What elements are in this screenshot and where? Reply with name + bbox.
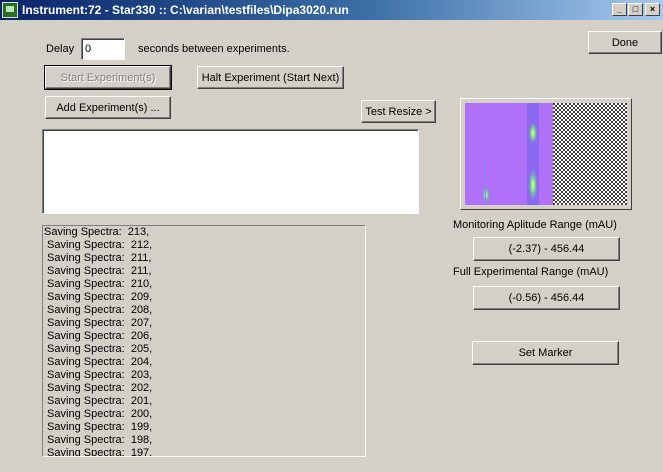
log-line: Saving Spectra: 205, [44, 343, 153, 355]
add-experiment-button[interactable]: Add Experiment(s) ... [45, 96, 171, 119]
log-line: Saving Spectra: 213, [44, 226, 150, 238]
title-bar[interactable]: Instrument:72 - Star330 :: C:\varian\tes… [0, 0, 663, 20]
app-icon[interactable] [2, 2, 18, 18]
log-line: Saving Spectra: 212, [44, 239, 153, 251]
status-log[interactable]: Saving Spectra: 213, Saving Spectra: 212… [42, 225, 366, 457]
monitoring-range-label: Monitoring Aplitude Range (mAU) [453, 219, 617, 231]
log-line: Saving Spectra: 198, [44, 434, 153, 446]
delay-suffix-label: seconds between experiments. [138, 43, 290, 55]
spectrum-thumbnail[interactable] [460, 98, 632, 210]
log-line: Saving Spectra: 202, [44, 382, 153, 394]
log-line: Saving Spectra: 200, [44, 408, 153, 420]
start-experiment-button[interactable]: Start Experiment(s) [44, 65, 172, 90]
test-resize-button[interactable]: Test Resize > [361, 100, 436, 123]
log-line: Saving Spectra: 207, [44, 317, 153, 329]
plot-trace [485, 159, 486, 205]
log-line: Saving Spectra: 211, [44, 252, 152, 264]
window-title: Instrument:72 - Star330 :: C:\varian\tes… [22, 3, 349, 17]
delay-label: Delay [46, 43, 75, 55]
plot-unfilled-area [553, 103, 627, 205]
log-line: Saving Spectra: 197, [44, 447, 153, 457]
log-line: Saving Spectra: 201, [44, 395, 153, 407]
log-line: Saving Spectra: 204, [44, 356, 153, 368]
log-line: Saving Spectra: 199, [44, 421, 153, 433]
log-line: Saving Spectra: 203, [44, 369, 153, 381]
full-range-button[interactable]: (-0.56) - 456.44 [473, 286, 620, 310]
set-marker-button[interactable]: Set Marker [472, 341, 619, 365]
experiment-queue-list[interactable] [42, 129, 419, 214]
log-line: Saving Spectra: 209, [44, 291, 153, 303]
done-button[interactable]: Done [588, 31, 662, 54]
log-line: Saving Spectra: 211, [44, 265, 152, 277]
full-range-label: Full Experimental Range (mAU) [453, 266, 609, 278]
close-button[interactable]: × [645, 3, 660, 16]
plot-peak-upper [528, 121, 538, 145]
minimize-button[interactable]: _ [612, 3, 627, 16]
log-line: Saving Spectra: 206, [44, 330, 153, 342]
maximize-button[interactable]: □ [628, 3, 643, 16]
log-line: Saving Spectra: 208, [44, 304, 153, 316]
plot-area [465, 103, 553, 205]
spectrum-plot [461, 99, 631, 209]
delay-input[interactable] [81, 38, 125, 60]
monitoring-range-button[interactable]: (-2.37) - 456.44 [473, 237, 620, 261]
log-line: Saving Spectra: 210, [44, 278, 153, 290]
halt-experiment-button[interactable]: Halt Experiment (Start Next) [197, 66, 344, 89]
plot-peak-lower [528, 167, 538, 203]
